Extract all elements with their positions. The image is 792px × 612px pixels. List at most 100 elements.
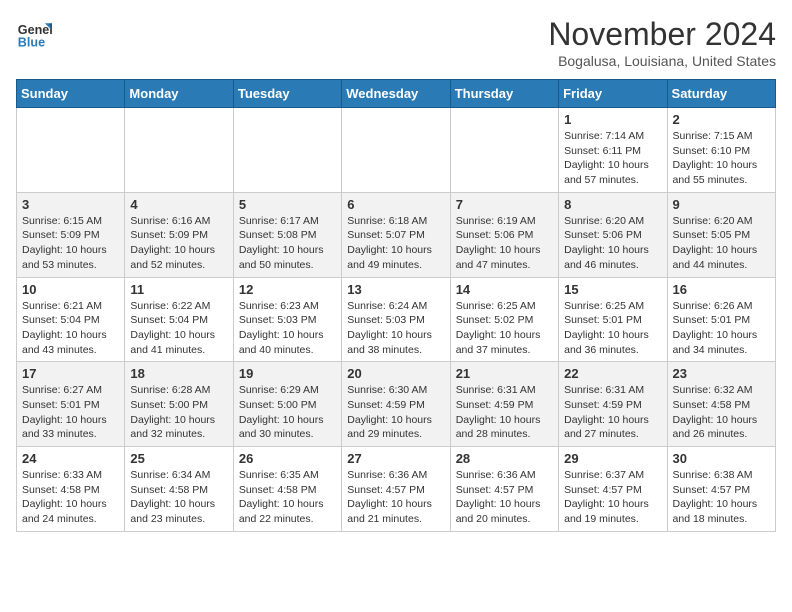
calendar-cell: 25 Sunrise: 6:34 AM Sunset: 4:58 PM Dayli… <box>125 447 233 532</box>
calendar-cell: 30 Sunrise: 6:38 AM Sunset: 4:57 PM Dayli… <box>667 447 775 532</box>
calendar-cell: 7 Sunrise: 6:19 AM Sunset: 5:06 PM Daylig… <box>450 192 558 277</box>
header-friday: Friday <box>559 80 667 108</box>
day-info: Sunrise: 6:19 AM Sunset: 5:06 PM Dayligh… <box>456 214 553 273</box>
calendar-cell: 10Sunrise: 6:21 AM Sunset: 5:04 PM Dayli… <box>17 277 125 362</box>
day-number: 24 <box>22 451 119 466</box>
day-number: 12 <box>239 282 336 297</box>
day-number: 8 <box>564 197 661 212</box>
calendar-cell: 21 Sunrise: 6:31 AM Sunset: 4:59 PM Dayli… <box>450 362 558 447</box>
day-info: Sunrise: 6:15 AM Sunset: 5:09 PM Dayligh… <box>22 214 119 273</box>
day-info: Sunrise: 7:14 AM Sunset: 6:11 PM Dayligh… <box>564 129 661 188</box>
day-info: Sunrise: 6:25 AM Sunset: 5:02 PM Dayligh… <box>456 299 553 358</box>
day-info: Sunrise: 6:26 AM Sunset: 5:01 PM Dayligh… <box>673 299 770 358</box>
day-number: 26 <box>239 451 336 466</box>
calendar-cell: 24 Sunrise: 6:33 AM Sunset: 4:58 PM Dayli… <box>17 447 125 532</box>
day-number: 18 <box>130 366 227 381</box>
day-number: 5 <box>239 197 336 212</box>
day-info: Sunrise: 7:15 AM Sunset: 6:10 PM Dayligh… <box>673 129 770 188</box>
day-number: 17 <box>22 366 119 381</box>
page-header: General Blue November 2024 Bogalusa, Lou… <box>16 16 776 69</box>
day-info: Sunrise: 6:33 AM Sunset: 4:58 PM Dayligh… <box>22 468 119 527</box>
calendar-week-1: 1 Sunrise: 7:14 AM Sunset: 6:11 PM Daylig… <box>17 108 776 193</box>
day-info: Sunrise: 6:29 AM Sunset: 5:00 PM Dayligh… <box>239 383 336 442</box>
month-title: November 2024 <box>548 16 776 53</box>
svg-text:Blue: Blue <box>18 36 45 50</box>
day-info: Sunrise: 6:34 AM Sunset: 4:58 PM Dayligh… <box>130 468 227 527</box>
day-info: Sunrise: 6:30 AM Sunset: 4:59 PM Dayligh… <box>347 383 444 442</box>
calendar-cell: 29Sunrise: 6:37 AM Sunset: 4:57 PM Dayli… <box>559 447 667 532</box>
day-info: Sunrise: 6:36 AM Sunset: 4:57 PM Dayligh… <box>456 468 553 527</box>
calendar-cell: 18Sunrise: 6:28 AM Sunset: 5:00 PM Dayli… <box>125 362 233 447</box>
day-number: 14 <box>456 282 553 297</box>
day-info: Sunrise: 6:24 AM Sunset: 5:03 PM Dayligh… <box>347 299 444 358</box>
day-number: 22 <box>564 366 661 381</box>
calendar-header-row: SundayMondayTuesdayWednesdayThursdayFrid… <box>17 80 776 108</box>
day-info: Sunrise: 6:27 AM Sunset: 5:01 PM Dayligh… <box>22 383 119 442</box>
day-number: 3 <box>22 197 119 212</box>
calendar-cell: 26Sunrise: 6:35 AM Sunset: 4:58 PM Dayli… <box>233 447 341 532</box>
day-number: 20 <box>347 366 444 381</box>
day-info: Sunrise: 6:21 AM Sunset: 5:04 PM Dayligh… <box>22 299 119 358</box>
day-number: 28 <box>456 451 553 466</box>
day-info: Sunrise: 6:23 AM Sunset: 5:03 PM Dayligh… <box>239 299 336 358</box>
calendar-cell <box>125 108 233 193</box>
header-tuesday: Tuesday <box>233 80 341 108</box>
calendar-cell <box>450 108 558 193</box>
calendar-cell <box>342 108 450 193</box>
calendar-week-4: 17 Sunrise: 6:27 AM Sunset: 5:01 PM Dayli… <box>17 362 776 447</box>
day-number: 13 <box>347 282 444 297</box>
day-info: Sunrise: 6:32 AM Sunset: 4:58 PM Dayligh… <box>673 383 770 442</box>
calendar-cell: 16Sunrise: 6:26 AM Sunset: 5:01 PM Dayli… <box>667 277 775 362</box>
calendar-cell: 13 Sunrise: 6:24 AM Sunset: 5:03 PM Dayli… <box>342 277 450 362</box>
day-number: 27 <box>347 451 444 466</box>
day-info: Sunrise: 6:17 AM Sunset: 5:08 PM Dayligh… <box>239 214 336 273</box>
calendar-cell: 20 Sunrise: 6:30 AM Sunset: 4:59 PM Dayli… <box>342 362 450 447</box>
day-info: Sunrise: 6:31 AM Sunset: 4:59 PM Dayligh… <box>456 383 553 442</box>
calendar-cell: 12 Sunrise: 6:23 AM Sunset: 5:03 PM Dayli… <box>233 277 341 362</box>
calendar-cell: 27 Sunrise: 6:36 AM Sunset: 4:57 PM Dayli… <box>342 447 450 532</box>
calendar-cell: 17 Sunrise: 6:27 AM Sunset: 5:01 PM Dayli… <box>17 362 125 447</box>
day-number: 21 <box>456 366 553 381</box>
day-number: 9 <box>673 197 770 212</box>
calendar-cell: 2 Sunrise: 7:15 AM Sunset: 6:10 PM Daylig… <box>667 108 775 193</box>
header-sunday: Sunday <box>17 80 125 108</box>
logo: General Blue <box>16 16 52 52</box>
calendar-table: SundayMondayTuesdayWednesdayThursdayFrid… <box>16 79 776 532</box>
calendar-cell <box>17 108 125 193</box>
calendar-cell <box>233 108 341 193</box>
calendar-cell: 19Sunrise: 6:29 AM Sunset: 5:00 PM Dayli… <box>233 362 341 447</box>
calendar-cell: 1 Sunrise: 7:14 AM Sunset: 6:11 PM Daylig… <box>559 108 667 193</box>
calendar-cell: 14 Sunrise: 6:25 AM Sunset: 5:02 PM Dayli… <box>450 277 558 362</box>
calendar-cell: 8 Sunrise: 6:20 AM Sunset: 5:06 PM Daylig… <box>559 192 667 277</box>
day-number: 2 <box>673 112 770 127</box>
calendar-cell: 15 Sunrise: 6:25 AM Sunset: 5:01 PM Dayli… <box>559 277 667 362</box>
title-block: November 2024 Bogalusa, Louisiana, Unite… <box>548 16 776 69</box>
day-number: 1 <box>564 112 661 127</box>
day-number: 6 <box>347 197 444 212</box>
day-info: Sunrise: 6:25 AM Sunset: 5:01 PM Dayligh… <box>564 299 661 358</box>
day-info: Sunrise: 6:18 AM Sunset: 5:07 PM Dayligh… <box>347 214 444 273</box>
day-info: Sunrise: 6:20 AM Sunset: 5:06 PM Dayligh… <box>564 214 661 273</box>
day-info: Sunrise: 6:36 AM Sunset: 4:57 PM Dayligh… <box>347 468 444 527</box>
day-info: Sunrise: 6:16 AM Sunset: 5:09 PM Dayligh… <box>130 214 227 273</box>
day-number: 30 <box>673 451 770 466</box>
day-info: Sunrise: 6:22 AM Sunset: 5:04 PM Dayligh… <box>130 299 227 358</box>
day-number: 23 <box>673 366 770 381</box>
header-monday: Monday <box>125 80 233 108</box>
day-info: Sunrise: 6:38 AM Sunset: 4:57 PM Dayligh… <box>673 468 770 527</box>
day-number: 11 <box>130 282 227 297</box>
calendar-cell: 4 Sunrise: 6:16 AM Sunset: 5:09 PM Daylig… <box>125 192 233 277</box>
day-number: 4 <box>130 197 227 212</box>
header-saturday: Saturday <box>667 80 775 108</box>
day-number: 25 <box>130 451 227 466</box>
calendar-cell: 3 Sunrise: 6:15 AM Sunset: 5:09 PM Daylig… <box>17 192 125 277</box>
day-info: Sunrise: 6:20 AM Sunset: 5:05 PM Dayligh… <box>673 214 770 273</box>
day-number: 15 <box>564 282 661 297</box>
calendar-week-3: 10Sunrise: 6:21 AM Sunset: 5:04 PM Dayli… <box>17 277 776 362</box>
day-number: 29 <box>564 451 661 466</box>
day-number: 7 <box>456 197 553 212</box>
calendar-cell: 6 Sunrise: 6:18 AM Sunset: 5:07 PM Daylig… <box>342 192 450 277</box>
calendar-week-5: 24 Sunrise: 6:33 AM Sunset: 4:58 PM Dayli… <box>17 447 776 532</box>
calendar-cell: 5 Sunrise: 6:17 AM Sunset: 5:08 PM Daylig… <box>233 192 341 277</box>
calendar-cell: 9 Sunrise: 6:20 AM Sunset: 5:05 PM Daylig… <box>667 192 775 277</box>
